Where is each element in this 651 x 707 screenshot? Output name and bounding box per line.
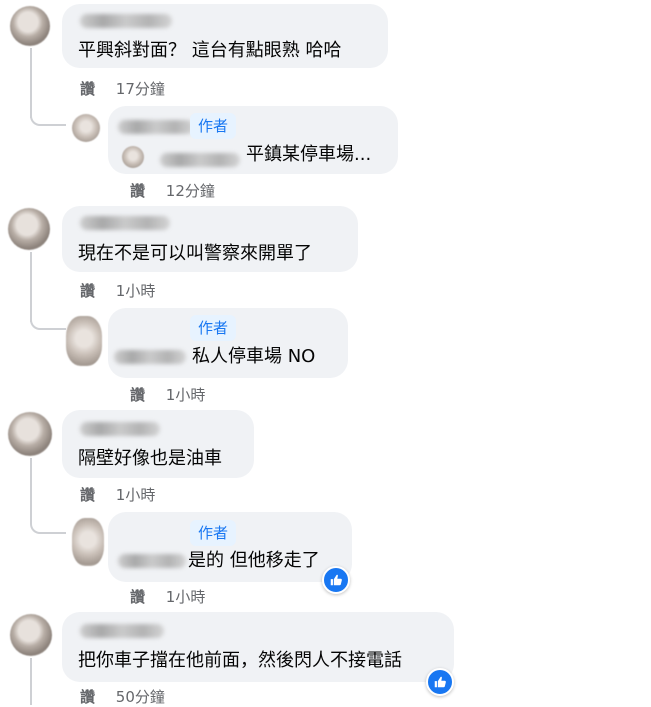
timestamp[interactable]: 1小時 [166, 386, 206, 404]
like-button[interactable]: 讚 [130, 386, 145, 404]
reply-author-name[interactable] [118, 120, 194, 134]
commenter-name[interactable] [80, 14, 172, 28]
commenter-avatar[interactable] [8, 208, 50, 250]
mention-avatar [122, 146, 144, 168]
reply-text: 私人停車場 NO [192, 346, 316, 367]
timestamp[interactable]: 17分鐘 [116, 80, 165, 98]
reply-bubble: 作者 私人停車場 NO [108, 308, 348, 378]
comment-text: 平興斜對面？ 這台有點眼熟 哈哈 [78, 40, 342, 61]
comment-bubble: 現在不是可以叫警察來開單了 [62, 206, 358, 272]
commenter-name[interactable] [80, 624, 164, 638]
timestamp[interactable]: 1小時 [166, 588, 206, 606]
like-button[interactable]: 讚 [130, 182, 145, 200]
like-button[interactable]: 讚 [130, 588, 145, 606]
reply-bubble: 作者 平鎮某停車場... [108, 106, 398, 174]
like-reaction-icon[interactable] [322, 566, 350, 594]
reply-avatar[interactable] [66, 316, 102, 366]
commenter-avatar[interactable] [10, 614, 52, 656]
reply-meta: 讚 12分鐘 [130, 180, 215, 201]
thumbs-up-icon [434, 676, 446, 688]
timestamp[interactable]: 1小時 [116, 486, 156, 504]
comment-bubble: 平興斜對面？ 這台有點眼熟 哈哈 [62, 4, 388, 68]
reply-text: 是的 但他移走了 [188, 550, 320, 571]
comment-bubble: 把你車子擋在他前面，然後閃人不接電話 [62, 612, 454, 682]
comment-text: 把你車子擋在他前面，然後閃人不接電話 [78, 650, 402, 671]
reply-meta: 讚 1小時 [130, 586, 205, 607]
reply-bubble: 作者 是的 但他移走了 [108, 512, 352, 582]
reply-text: 平鎮某停車場... [246, 144, 372, 165]
thread-connector [30, 100, 66, 126]
reply-author-name[interactable] [118, 554, 186, 568]
like-reaction-icon[interactable] [426, 668, 454, 696]
reply-avatar[interactable] [72, 518, 104, 566]
comment-meta: 讚 50分鐘 [80, 686, 165, 707]
commenter-name[interactable] [80, 422, 160, 436]
comment-meta: 讚 17分鐘 [80, 78, 165, 99]
commenter-name[interactable] [80, 216, 170, 230]
reply-meta: 讚 1小時 [130, 384, 205, 405]
timestamp[interactable]: 1小時 [116, 282, 156, 300]
reply-author-name[interactable] [114, 350, 186, 364]
author-badge: 作者 [190, 315, 237, 341]
comment-text: 隔壁好像也是油車 [78, 448, 222, 469]
thumbs-up-icon [330, 574, 342, 586]
reply-avatar[interactable] [72, 114, 100, 142]
like-button[interactable]: 讚 [80, 80, 95, 98]
commenter-avatar[interactable] [8, 412, 52, 456]
like-button[interactable]: 讚 [80, 486, 95, 504]
comment-bubble: 隔壁好像也是油車 [62, 410, 254, 478]
author-badge: 作者 [190, 520, 237, 546]
mention-name[interactable] [160, 153, 240, 167]
like-button[interactable]: 讚 [80, 688, 95, 706]
timestamp[interactable]: 12分鐘 [166, 182, 215, 200]
commenter-avatar[interactable] [10, 6, 50, 46]
thread-connector [30, 304, 66, 330]
comment-meta: 讚 1小時 [80, 280, 155, 301]
timestamp[interactable]: 50分鐘 [116, 688, 165, 706]
comment-text: 現在不是可以叫警察來開單了 [78, 243, 312, 264]
comment-meta: 讚 1小時 [80, 484, 155, 505]
author-badge: 作者 [190, 113, 237, 139]
like-button[interactable]: 讚 [80, 282, 95, 300]
thread-connector [30, 508, 66, 534]
thread-line [30, 658, 32, 705]
